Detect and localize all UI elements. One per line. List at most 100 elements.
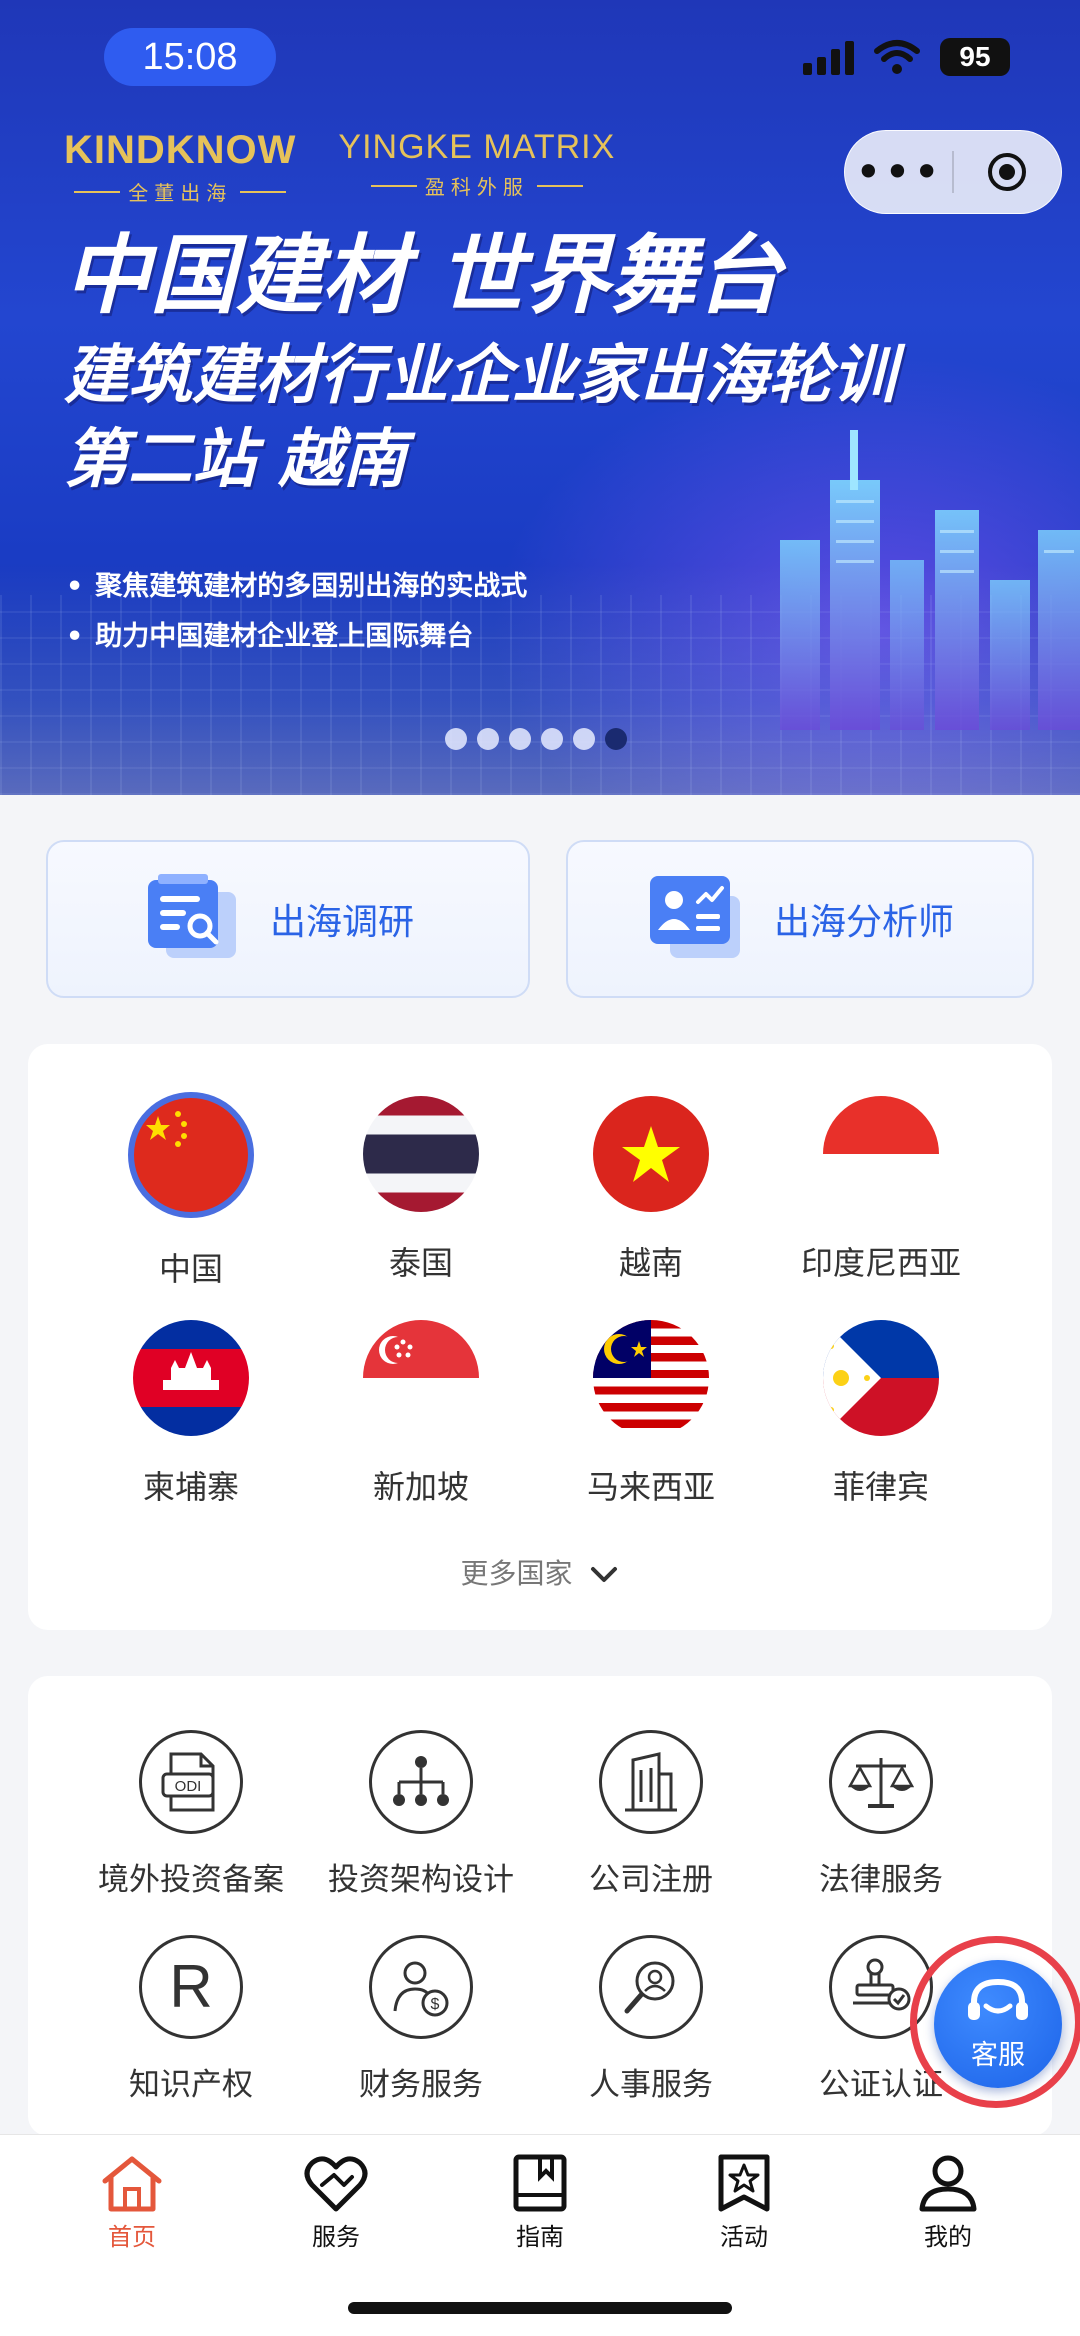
thailand-flag-icon	[363, 1096, 479, 1212]
user-icon	[919, 2155, 977, 2212]
country-name: 菲律宾	[832, 1468, 929, 1506]
scales-icon	[829, 1730, 933, 1834]
vietnam-flag-icon	[593, 1096, 709, 1212]
headset-icon	[968, 1978, 1028, 2020]
china-flag-icon	[128, 1092, 254, 1218]
service-company-registration[interactable]: 公司注册	[536, 1730, 766, 1899]
singapore-flag-icon	[363, 1320, 479, 1436]
research-label: 出海调研	[270, 902, 415, 943]
country-vietnam[interactable]: 越南	[536, 1092, 766, 1290]
tab-label: 首页	[108, 2223, 156, 2251]
guide-book-icon	[513, 2154, 567, 2212]
cambodia-flag-icon	[133, 1320, 249, 1436]
tab-profile[interactable]: 我的	[846, 2145, 1050, 2252]
tab-services[interactable]: 服务	[234, 2145, 438, 2252]
more-options-button[interactable]: •••	[845, 130, 952, 214]
service-name: 法律服务	[819, 1862, 943, 1898]
home-indicator	[348, 2302, 732, 2314]
home-icon	[102, 2156, 162, 2212]
tab-guide[interactable]: 指南	[438, 2145, 642, 2252]
close-target-icon	[988, 153, 1027, 191]
registered-mark-icon: R	[139, 1935, 243, 2039]
battery-indicator: 95	[940, 38, 1010, 76]
more-countries-label: 更多国家	[460, 1557, 573, 1590]
country-name: 越南	[618, 1244, 683, 1282]
org-structure-icon	[369, 1730, 473, 1834]
kindknow-logo: KINDKNOW 全董出海	[64, 128, 297, 205]
tab-home[interactable]: 首页	[30, 2145, 234, 2252]
star-bookmark-icon	[718, 2154, 770, 2212]
chevron-down-icon	[591, 1567, 618, 1582]
service-name: 财务服务	[359, 2067, 483, 2103]
country-indonesia[interactable]: 印度尼西亚	[766, 1092, 996, 1290]
quick-tools: 出海调研 出海分析师	[46, 840, 1034, 998]
tab-label: 指南	[516, 2223, 564, 2251]
carousel-dot	[573, 728, 595, 750]
service-name: 境外投资备案	[98, 1862, 284, 1898]
philippines-flag-icon	[823, 1320, 939, 1436]
partner-logos: KINDKNOW 全董出海 YINGKE MATRIX 盈科外服	[64, 128, 615, 206]
country-name: 印度尼西亚	[800, 1244, 961, 1282]
svg-text:$: $	[431, 1996, 440, 2013]
customer-service-button[interactable]: 客服	[934, 1960, 1062, 2088]
indonesia-flag-icon	[823, 1096, 939, 1212]
country-name: 柬埔寨	[142, 1468, 239, 1506]
carousel-dot	[605, 728, 627, 750]
building-icon	[599, 1730, 703, 1834]
country-name: 泰国	[388, 1244, 453, 1282]
hero-banner[interactable]: 15:08 95 ••• KINDKNOW 全董出海 YINGKE MATRIX…	[0, 0, 1080, 795]
country-china[interactable]: 中国	[76, 1092, 306, 1290]
odi-document-icon: ODI	[139, 1730, 243, 1834]
country-cambodia[interactable]: 柬埔寨	[76, 1320, 306, 1508]
country-malaysia[interactable]: 马来西亚	[536, 1320, 766, 1508]
service-odi-filing[interactable]: ODI 境外投资备案	[76, 1730, 306, 1899]
service-name: 投资架构设计	[328, 1862, 514, 1898]
svg-text:ODI: ODI	[175, 1778, 202, 1795]
country-name: 马来西亚	[586, 1468, 715, 1506]
research-doc-icon	[148, 874, 236, 958]
customer-service-label: 客服	[971, 2040, 1025, 2071]
tab-label: 我的	[924, 2223, 972, 2251]
carousel-indicator	[445, 728, 627, 750]
service-legal[interactable]: 法律服务	[766, 1730, 996, 1899]
service-ip[interactable]: R 知识产权	[76, 1935, 306, 2104]
banner-bullets: 聚焦建筑建材的多国别出海的实战式 助力中国建材企业登上国际舞台	[66, 562, 527, 662]
service-finance[interactable]: $ 财务服务	[306, 1935, 536, 2104]
tab-label: 服务	[312, 2223, 360, 2251]
country-selector-card: 中国 泰国 越南 印度尼西亚 柬埔寨 新加坡 马来西亚 菲律宾 更多国家	[28, 1044, 1052, 1630]
more-countries-button[interactable]: 更多国家	[28, 1552, 1052, 1592]
service-name: 知识产权	[129, 2067, 253, 2103]
country-singapore[interactable]: 新加坡	[306, 1320, 536, 1508]
banner-headline: 中国建材 世界舞台 建筑建材行业企业家出海轮训 第二站 越南	[64, 226, 896, 497]
heart-handshake-icon	[304, 2156, 368, 2212]
service-name: 公司注册	[589, 1862, 713, 1898]
country-philippines[interactable]: 菲律宾	[766, 1320, 996, 1508]
analyst-card-icon	[650, 876, 740, 958]
analyst-button[interactable]: 出海分析师	[566, 840, 1034, 998]
carousel-dot	[445, 728, 467, 750]
services-card: ODI 境外投资备案 投资架构设计 公司注册 法律服务 R 知识产权 $ 财务服…	[28, 1676, 1052, 2136]
close-target-button[interactable]	[954, 150, 1061, 194]
carousel-dot	[541, 728, 563, 750]
country-thailand[interactable]: 泰国	[306, 1092, 536, 1290]
tab-label: 活动	[720, 2223, 768, 2251]
yingke-logo: YINGKE MATRIX 盈科外服	[338, 128, 616, 199]
country-name: 中国	[158, 1250, 223, 1288]
hr-search-icon	[599, 1935, 703, 2039]
research-button[interactable]: 出海调研	[46, 840, 530, 998]
tab-activities[interactable]: 活动	[642, 2145, 846, 2252]
carousel-dot	[477, 728, 499, 750]
mini-program-capsule: •••	[844, 130, 1062, 214]
malaysia-flag-icon	[593, 1320, 709, 1436]
banner-bullet: 聚焦建筑建材的多国别出海的实战式	[66, 562, 527, 612]
banner-bullet: 助力中国建材企业登上国际舞台	[66, 612, 527, 662]
cellular-signal-icon	[803, 39, 854, 75]
service-investment-structure[interactable]: 投资架构设计	[306, 1730, 536, 1899]
carousel-dot	[509, 728, 531, 750]
country-name: 新加坡	[372, 1468, 469, 1506]
finance-person-icon: $	[369, 1935, 473, 2039]
status-bar: 15:08 95	[0, 0, 1080, 110]
service-hr[interactable]: 人事服务	[536, 1935, 766, 2104]
analyst-label: 出海分析师	[774, 902, 955, 943]
status-time: 15:08	[104, 28, 276, 86]
